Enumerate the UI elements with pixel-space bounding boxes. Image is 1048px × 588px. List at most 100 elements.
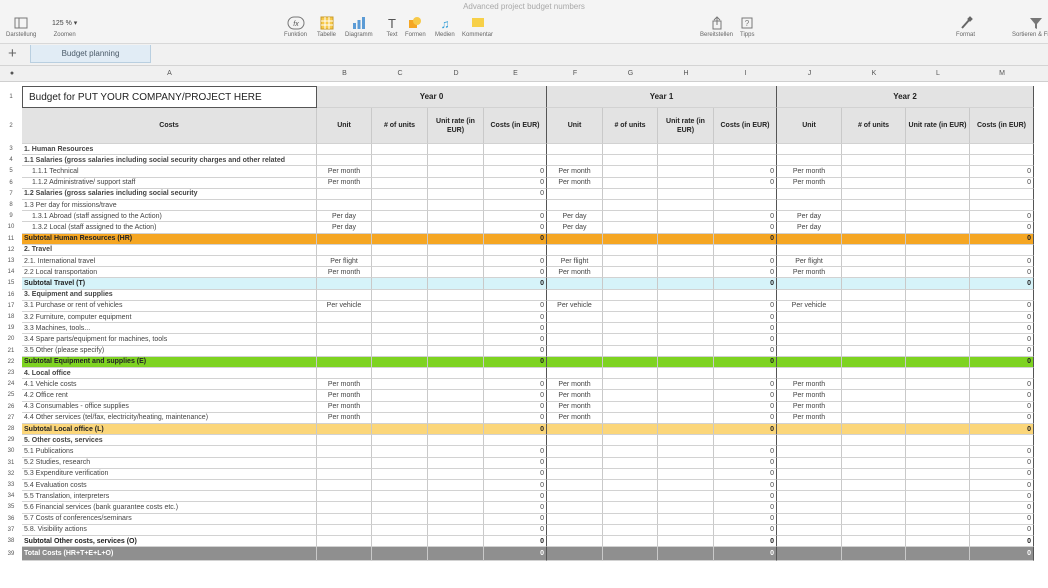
- value-cell[interactable]: Per month: [317, 412, 372, 424]
- value-cell[interactable]: [658, 300, 714, 312]
- row-label[interactable]: 4. Local office: [22, 368, 317, 380]
- cost-cell[interactable]: 0: [714, 256, 777, 268]
- row-label[interactable]: 2.1. International travel: [22, 256, 317, 268]
- header-costs_eur[interactable]: Costs (in EUR): [484, 108, 547, 144]
- cost-cell[interactable]: 0: [484, 390, 547, 402]
- value-cell[interactable]: [428, 547, 484, 562]
- value-cell[interactable]: [372, 480, 428, 492]
- value-cell[interactable]: [842, 267, 906, 279]
- value-cell[interactable]: [547, 188, 603, 200]
- value-cell[interactable]: [428, 491, 484, 503]
- year-header[interactable]: Year 1: [547, 86, 777, 108]
- value-cell[interactable]: [603, 379, 658, 391]
- value-cell[interactable]: [842, 233, 906, 245]
- value-cell[interactable]: [906, 144, 970, 156]
- value-cell[interactable]: [658, 524, 714, 536]
- row-label[interactable]: 3.2 Furniture, computer equipment: [22, 312, 317, 324]
- value-cell[interactable]: Per month: [547, 379, 603, 391]
- value-cell[interactable]: [777, 323, 842, 335]
- value-cell[interactable]: [777, 502, 842, 514]
- value-cell[interactable]: [842, 200, 906, 212]
- value-cell[interactable]: [317, 457, 372, 469]
- cost-cell[interactable]: [714, 155, 777, 167]
- cost-cell[interactable]: 0: [484, 300, 547, 312]
- header-costs_eur[interactable]: Costs (in EUR): [714, 108, 777, 144]
- value-cell[interactable]: [428, 446, 484, 458]
- column-header-i[interactable]: I: [714, 66, 777, 82]
- value-cell[interactable]: [842, 312, 906, 324]
- cost-cell[interactable]: 0: [484, 536, 547, 548]
- value-cell[interactable]: [603, 468, 658, 480]
- value-cell[interactable]: [547, 155, 603, 167]
- value-cell[interactable]: [842, 547, 906, 562]
- value-cell[interactable]: [428, 244, 484, 256]
- value-cell[interactable]: [372, 244, 428, 256]
- cost-cell[interactable]: 0: [714, 468, 777, 480]
- cost-cell[interactable]: 0: [484, 267, 547, 279]
- cost-cell[interactable]: 0: [970, 312, 1034, 324]
- value-cell[interactable]: [842, 300, 906, 312]
- value-cell[interactable]: [547, 278, 603, 290]
- value-cell[interactable]: [547, 468, 603, 480]
- value-cell[interactable]: [658, 334, 714, 346]
- value-cell[interactable]: [317, 278, 372, 290]
- value-cell[interactable]: [547, 502, 603, 514]
- cost-cell[interactable]: 0: [484, 222, 547, 234]
- cost-cell[interactable]: [714, 435, 777, 447]
- cost-cell[interactable]: 0: [714, 166, 777, 178]
- value-cell[interactable]: [842, 468, 906, 480]
- cost-cell[interactable]: 0: [970, 412, 1034, 424]
- value-cell[interactable]: [317, 424, 372, 436]
- value-cell[interactable]: [428, 233, 484, 245]
- value-cell[interactable]: [658, 401, 714, 413]
- cost-cell[interactable]: [714, 368, 777, 380]
- cost-cell[interactable]: 0: [484, 166, 547, 178]
- value-cell[interactable]: Per vehicle: [547, 300, 603, 312]
- row-label[interactable]: 1.1.1 Technical: [22, 166, 317, 178]
- row-label[interactable]: 3.1 Purchase or rent of vehicles: [22, 300, 317, 312]
- cost-cell[interactable]: 0: [714, 547, 777, 562]
- cost-cell[interactable]: [484, 368, 547, 380]
- value-cell[interactable]: [603, 144, 658, 156]
- cost-cell[interactable]: 0: [970, 300, 1034, 312]
- value-cell[interactable]: [842, 144, 906, 156]
- row-label[interactable]: 5.8. Visibility actions: [22, 524, 317, 536]
- value-cell[interactable]: [842, 334, 906, 346]
- row-label[interactable]: Subtotal Other costs, services (O): [22, 536, 317, 548]
- cost-cell[interactable]: [484, 200, 547, 212]
- cost-cell[interactable]: 0: [484, 323, 547, 335]
- value-cell[interactable]: [603, 435, 658, 447]
- value-cell[interactable]: [372, 390, 428, 402]
- value-cell[interactable]: [603, 412, 658, 424]
- value-cell[interactable]: [372, 379, 428, 391]
- cost-cell[interactable]: 0: [484, 513, 547, 525]
- value-cell[interactable]: [777, 289, 842, 301]
- value-cell[interactable]: [777, 524, 842, 536]
- value-cell[interactable]: [547, 536, 603, 548]
- value-cell[interactable]: Per vehicle: [317, 300, 372, 312]
- row-label[interactable]: 5.4 Evaluation costs: [22, 480, 317, 492]
- value-cell[interactable]: [603, 222, 658, 234]
- value-cell[interactable]: [428, 166, 484, 178]
- value-cell[interactable]: [842, 166, 906, 178]
- row-label[interactable]: 1.1.2 Administrative/ support staff: [22, 177, 317, 189]
- header-units[interactable]: # of units: [372, 108, 428, 144]
- value-cell[interactable]: [317, 144, 372, 156]
- value-cell[interactable]: [658, 155, 714, 167]
- value-cell[interactable]: [317, 368, 372, 380]
- value-cell[interactable]: [428, 256, 484, 268]
- value-cell[interactable]: [317, 536, 372, 548]
- value-cell[interactable]: [428, 368, 484, 380]
- value-cell[interactable]: [658, 278, 714, 290]
- value-cell[interactable]: [372, 491, 428, 503]
- value-cell[interactable]: [658, 144, 714, 156]
- value-cell[interactable]: Per month: [317, 177, 372, 189]
- cost-cell[interactable]: 0: [484, 356, 547, 368]
- value-cell[interactable]: [372, 144, 428, 156]
- value-cell[interactable]: Per month: [777, 166, 842, 178]
- value-cell[interactable]: [428, 424, 484, 436]
- cost-cell[interactable]: [484, 435, 547, 447]
- value-cell[interactable]: [372, 446, 428, 458]
- value-cell[interactable]: [547, 356, 603, 368]
- row-label[interactable]: Subtotal Equipment and supplies (E): [22, 356, 317, 368]
